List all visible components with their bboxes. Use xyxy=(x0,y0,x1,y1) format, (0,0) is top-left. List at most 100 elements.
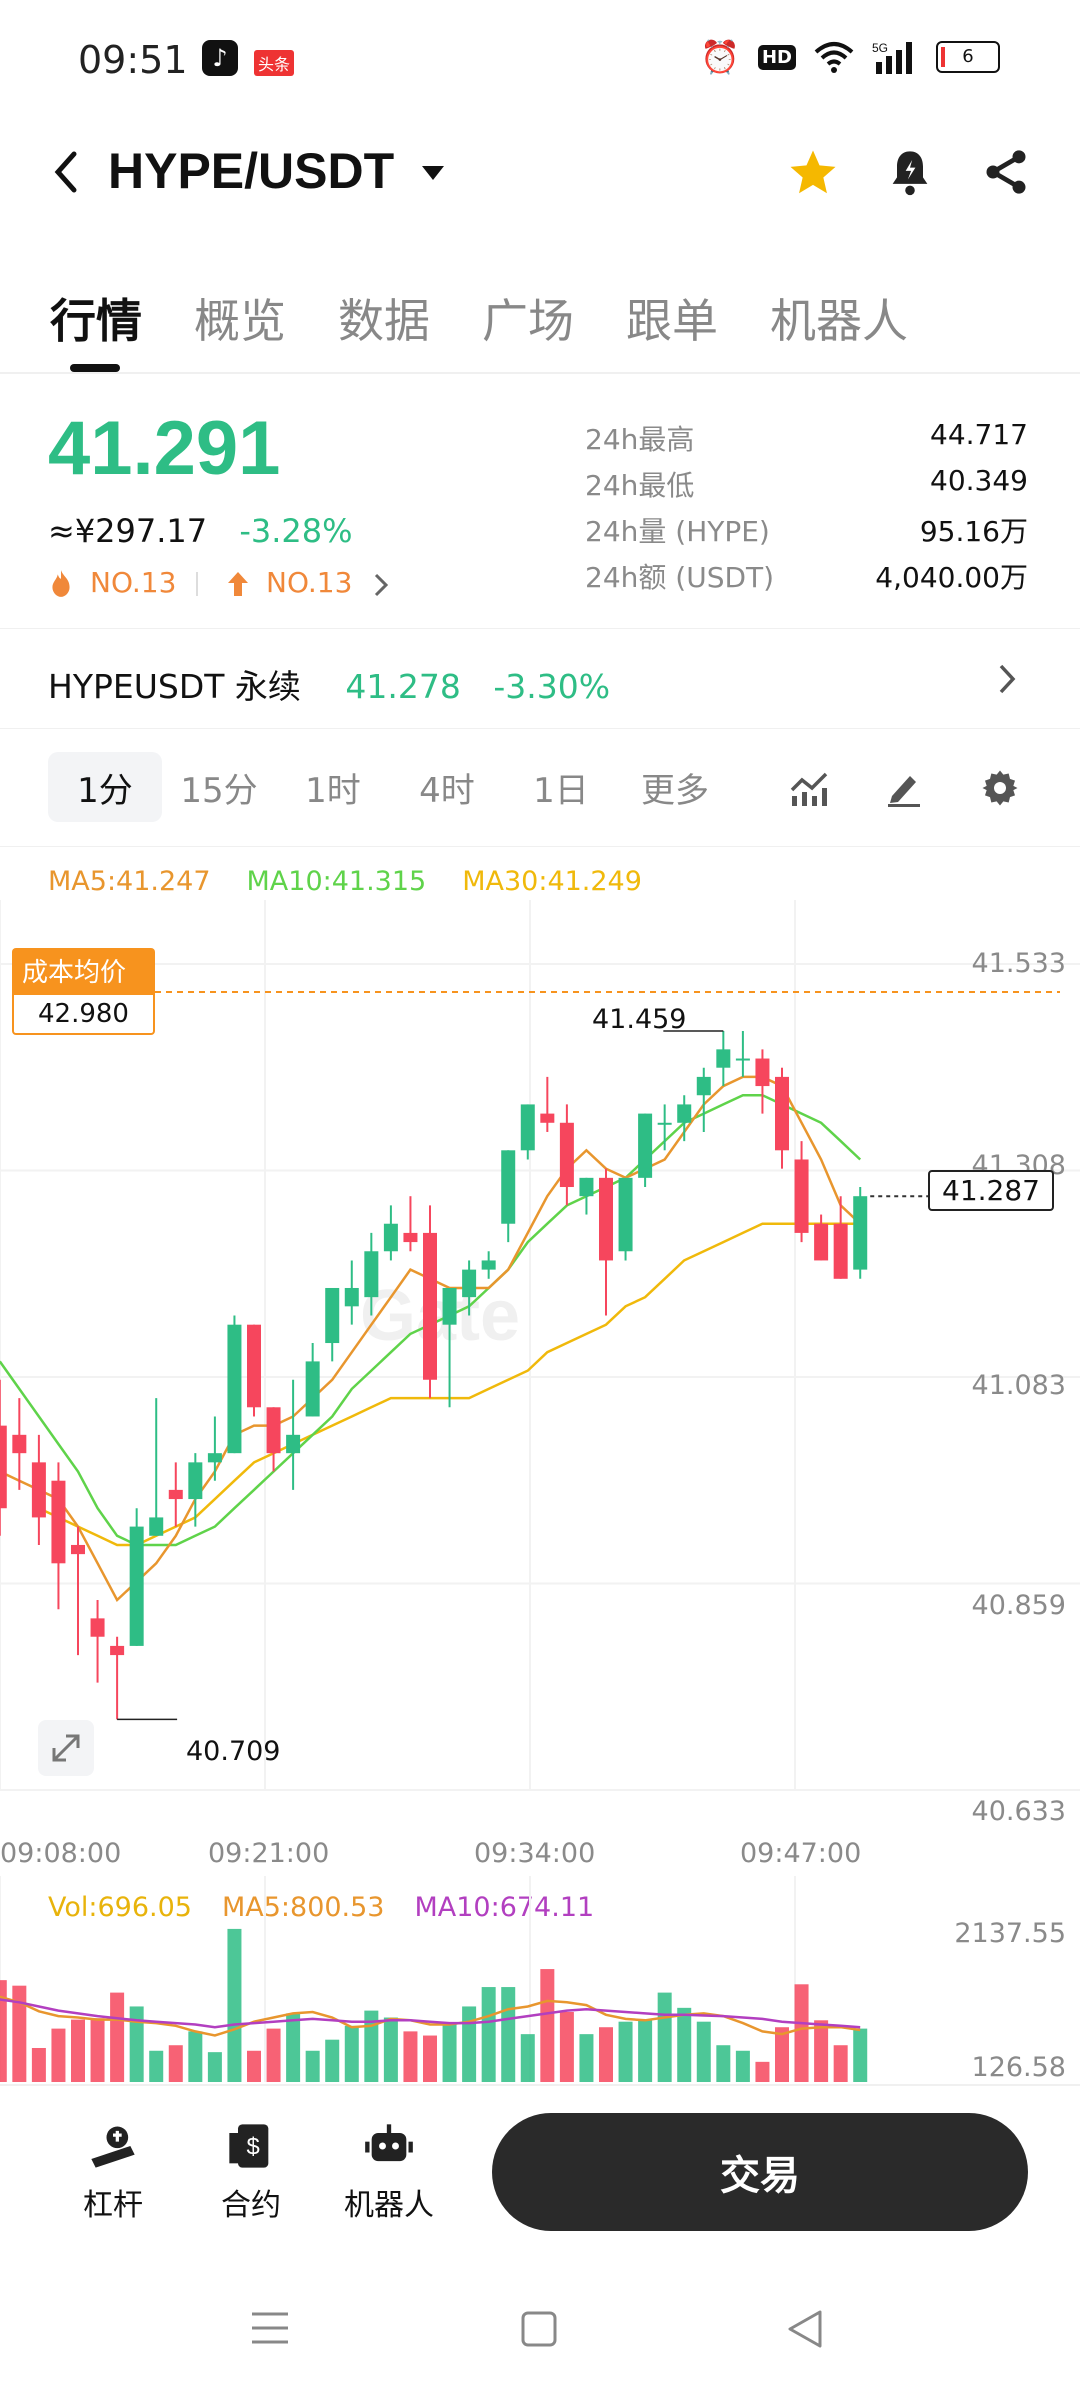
candlestick-chart[interactable]: Gate xyxy=(0,900,1080,1830)
tab-market[interactable]: 行情 xyxy=(50,285,142,351)
volume-bar xyxy=(540,1969,555,2082)
chevron-right-icon[interactable] xyxy=(996,662,1018,696)
candle xyxy=(618,1177,633,1252)
signal-icon: 5G xyxy=(872,41,912,74)
volume-bar xyxy=(423,2035,437,2082)
stat-volume-label: 24h量 (HYPE) xyxy=(585,515,770,548)
tf-4h[interactable]: 4时 xyxy=(390,752,504,822)
contract-label: 合约 xyxy=(221,2188,281,2223)
star-icon[interactable] xyxy=(786,146,840,200)
candle xyxy=(462,1269,477,1298)
robot-button[interactable]: 机器人 xyxy=(334,2120,444,2224)
ma5-label: MA5:41.247 xyxy=(48,866,211,897)
chevron-right-icon[interactable] xyxy=(372,572,390,598)
trade-button[interactable]: 交易 xyxy=(492,2113,1028,2231)
divider xyxy=(0,2084,1080,2086)
volume-bar xyxy=(247,2050,261,2082)
tf-1d[interactable]: 1日 xyxy=(504,752,618,822)
candle xyxy=(286,1434,301,1454)
candle xyxy=(677,1104,692,1123)
volume-bar xyxy=(383,2017,398,2082)
expand-icon[interactable] xyxy=(38,1720,94,1776)
volume-bar xyxy=(110,1992,125,2082)
volume-chart[interactable] xyxy=(0,1876,1080,2082)
draw-pen-icon[interactable] xyxy=(884,768,924,808)
ma30-label: MA30:41.249 xyxy=(462,866,642,897)
tf-1m[interactable]: 1分 xyxy=(48,752,162,822)
tiktok-icon: ♪ xyxy=(202,40,238,76)
pair-title[interactable]: HYPE/USDT xyxy=(108,142,394,200)
ma10-label: MA10:41.315 xyxy=(246,866,427,897)
rank-hot[interactable]: NO.13 xyxy=(90,566,176,599)
settings-gear-icon[interactable] xyxy=(980,768,1020,808)
gate-watermark: Gate xyxy=(360,1276,520,1356)
volume-bar xyxy=(51,2028,66,2082)
candle xyxy=(657,1122,672,1125)
high-price-label: 41.459 xyxy=(592,1004,687,1035)
tab-copy-trade[interactable]: 跟单 xyxy=(626,285,718,351)
leverage-button[interactable]: 杠杆 xyxy=(58,2120,168,2224)
last-price: 41.291 xyxy=(48,406,281,491)
wifi-icon xyxy=(814,42,854,73)
candle xyxy=(794,1159,809,1233)
tab-overview[interactable]: 概览 xyxy=(194,285,286,351)
battery-icon: 6 xyxy=(936,41,1000,73)
candle xyxy=(0,1425,7,1509)
divider xyxy=(0,628,1080,629)
candle xyxy=(716,1049,731,1068)
tab-robot[interactable]: 机器人 xyxy=(770,285,908,351)
cost-avg-value: 42.980 xyxy=(12,993,155,1035)
contract-button[interactable]: $ 合约 xyxy=(196,2120,306,2224)
candle xyxy=(207,1453,222,1463)
stat-high-label: 24h最高 xyxy=(585,423,695,456)
perpetual-row[interactable]: HYPEUSDT 永续 41.278 -3.30% xyxy=(48,660,610,708)
divider xyxy=(0,728,1080,729)
tab-data[interactable]: 数据 xyxy=(338,285,430,351)
indicator-icon[interactable] xyxy=(788,768,830,808)
volume-bar xyxy=(735,2050,750,2082)
cny-price: ≈¥297.17 xyxy=(48,512,208,550)
tf-more[interactable]: 更多 xyxy=(618,752,732,822)
stat-high-value: 44.717 xyxy=(930,418,1028,451)
news-badge: 头条 xyxy=(254,50,295,76)
volume-bar xyxy=(520,2034,535,2082)
alert-bell-icon[interactable] xyxy=(884,146,936,200)
volume-bar xyxy=(481,1987,496,2082)
perpetual-name: HYPEUSDT 永续 xyxy=(48,667,301,706)
tf-15m[interactable]: 15分 xyxy=(162,752,276,822)
candle xyxy=(325,1287,340,1344)
candle xyxy=(364,1251,379,1298)
back-icon[interactable] xyxy=(48,148,84,196)
volume-bar xyxy=(716,2045,731,2082)
volume-bar xyxy=(305,2050,320,2082)
volume-bar xyxy=(657,1992,672,2082)
x-tick: 09:47:00 xyxy=(740,1838,862,1869)
tf-1h[interactable]: 1时 xyxy=(276,752,390,822)
dropdown-icon[interactable] xyxy=(420,164,446,182)
home-nav-icon[interactable] xyxy=(520,2310,558,2348)
perpetual-change: -3.30% xyxy=(493,667,611,706)
candle xyxy=(755,1058,770,1087)
y-tick: 40.633 xyxy=(971,1796,1066,1827)
robot-icon xyxy=(365,2124,413,2162)
contract-icon: $ xyxy=(229,2124,269,2168)
menu-nav-icon[interactable] xyxy=(250,2310,290,2346)
candle xyxy=(305,1361,320,1417)
x-tick: 09:08:00 xyxy=(0,1838,122,1869)
candle xyxy=(501,1150,516,1224)
volume-bar xyxy=(149,2050,164,2082)
candle xyxy=(110,1645,125,1656)
tab-square[interactable]: 广场 xyxy=(482,285,574,351)
leverage-label: 杠杆 xyxy=(83,2188,143,2223)
volume-bar xyxy=(618,2021,633,2082)
battery-level: 6 xyxy=(962,46,974,67)
back-nav-icon[interactable] xyxy=(784,2308,824,2350)
share-icon[interactable] xyxy=(980,146,1032,198)
candle xyxy=(129,1526,144,1646)
rank-gainers[interactable]: NO.13 xyxy=(266,566,352,599)
volume-bar xyxy=(207,2052,222,2082)
candle xyxy=(90,1618,105,1637)
leverage-icon xyxy=(91,2126,135,2168)
svg-text:$: $ xyxy=(247,2134,260,2161)
divider xyxy=(0,372,1080,374)
